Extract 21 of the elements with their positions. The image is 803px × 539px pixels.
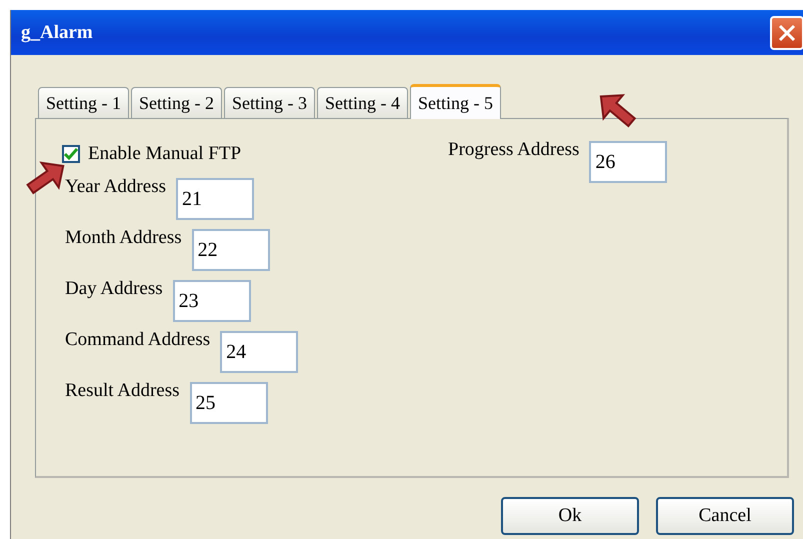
input-field[interactable]: 22 [192,229,270,271]
input-field[interactable]: 21 [176,178,254,220]
tab[interactable]: Setting - 2 [131,87,222,118]
field-label: Progress Address [448,139,580,161]
window-title: g_Alarm [21,22,93,44]
tab[interactable]: Setting - 4 [317,87,408,118]
checkbox-label: Enable Manual FTP [88,143,242,165]
tab[interactable]: Setting - 3 [224,87,315,118]
tab[interactable]: Setting - 5 [410,84,501,119]
tab[interactable]: Setting - 1 [38,87,129,118]
input-field[interactable]: 23 [172,280,251,322]
field-label: Month Address [65,227,182,249]
input-field[interactable]: 24 [220,331,298,373]
field-label: Day Address [65,278,163,300]
input-field[interactable]: 26 [589,141,668,183]
dialog-button[interactable]: Ok [501,497,639,535]
input-field[interactable]: 25 [190,382,268,424]
field-label: Command Address [65,329,210,351]
field-label: Year Address [65,176,166,198]
dialog-button[interactable]: Cancel [656,497,794,535]
field-label: Result Address [65,380,180,402]
